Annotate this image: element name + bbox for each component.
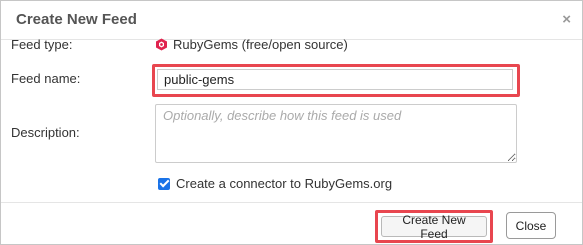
feed-type-text: RubyGems (free/open source) — [173, 36, 348, 52]
rubygems-icon — [155, 38, 168, 51]
feed-name-label: Feed name: — [11, 71, 81, 86]
create-feed-button[interactable]: Create New Feed — [381, 213, 487, 241]
description-label: Description: — [11, 125, 80, 140]
connector-label: Create a connector to RubyGems.org — [176, 176, 393, 191]
dialog-title: Create New Feed — [16, 11, 137, 28]
footer-divider — [1, 202, 582, 203]
feed-type-label: Feed type: — [11, 37, 73, 52]
connector-checkbox[interactable] — [158, 177, 170, 190]
description-textarea[interactable] — [155, 104, 517, 163]
create-button-highlight: Create New Feed — [375, 210, 493, 243]
feed-type-value: RubyGems (free/open source) — [155, 35, 348, 53]
close-button[interactable]: Close — [506, 212, 556, 239]
close-icon[interactable]: × — [562, 11, 571, 28]
feed-name-highlight — [152, 64, 520, 97]
connector-row[interactable]: Create a connector to RubyGems.org — [158, 176, 392, 191]
create-feed-dialog: Create New Feed × Feed type: RubyGems (f… — [0, 0, 583, 245]
feed-name-input[interactable] — [157, 69, 513, 90]
